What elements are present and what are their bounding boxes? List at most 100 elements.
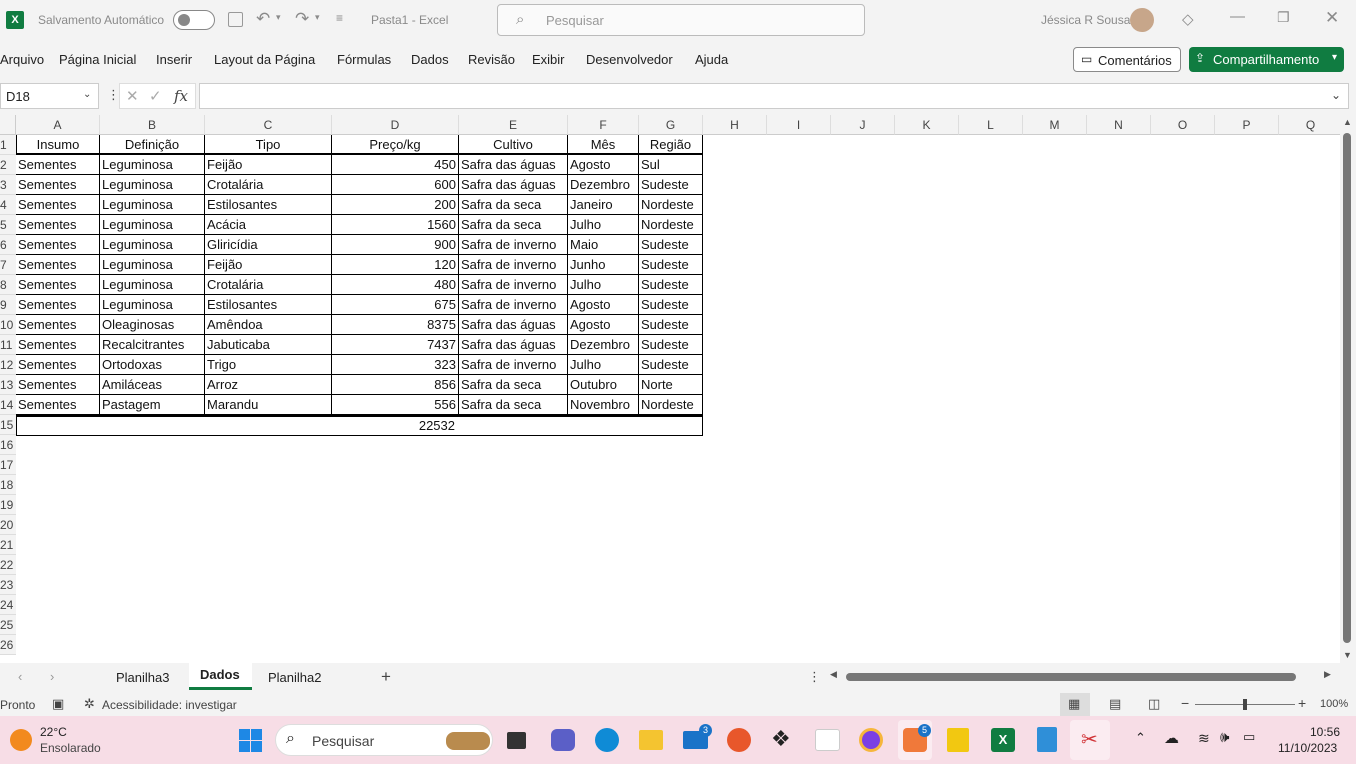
table-cell[interactable]: Leguminosa [100, 155, 205, 175]
table-cell[interactable]: Crotalária [205, 175, 332, 195]
table-cell[interactable]: Gliricídia [205, 235, 332, 255]
table-cell[interactable]: Trigo [205, 355, 332, 375]
table-cell[interactable]: Leguminosa [100, 175, 205, 195]
formula-input[interactable]: ⌄ [199, 83, 1349, 109]
column-header-i[interactable]: I [767, 115, 831, 135]
row-header-22[interactable]: 22 [0, 555, 16, 575]
table-cell[interactable]: Sementes [16, 275, 100, 295]
table-cell[interactable]: Agosto [568, 155, 639, 175]
table-header-cell[interactable]: Mês [568, 135, 639, 155]
task-view-icon[interactable] [507, 732, 526, 749]
table-cell[interactable]: 1560 [332, 215, 459, 235]
zoom-slider[interactable] [1195, 699, 1295, 710]
table-cell[interactable]: Julho [568, 275, 639, 295]
table-cell[interactable]: 600 [332, 175, 459, 195]
battery-icon[interactable]: ▭ [1243, 729, 1255, 745]
table-cell[interactable]: Dezembro [568, 175, 639, 195]
table-cell[interactable]: Pastagem [100, 395, 205, 415]
power-bi-icon[interactable] [947, 728, 969, 752]
scroll-up-icon[interactable]: ▲ [1343, 117, 1352, 127]
table-cell[interactable]: Norte [639, 375, 703, 395]
table-cell[interactable]: Janeiro [568, 195, 639, 215]
cancel-icon[interactable]: ✕ [126, 87, 139, 105]
undo-icon[interactable]: ↶ [256, 9, 270, 29]
normal-view-icon[interactable]: ▦ [1060, 693, 1090, 716]
table-header-cell[interactable]: Insumo [16, 135, 100, 155]
table-cell[interactable]: Sudeste [639, 315, 703, 335]
onedrive-icon[interactable]: ☁ [1164, 729, 1179, 747]
page-layout-view-icon[interactable]: ▤ [1109, 696, 1121, 712]
column-header-l[interactable]: L [959, 115, 1023, 135]
chat-app-icon[interactable] [551, 729, 575, 751]
table-cell[interactable]: Sementes [16, 395, 100, 415]
restore-icon[interactable]: ❐ [1277, 9, 1290, 26]
row-header-24[interactable]: 24 [0, 595, 16, 615]
row-header-19[interactable]: 19 [0, 495, 16, 515]
table-cell[interactable]: 7437 [332, 335, 459, 355]
comments-button[interactable]: ▭ Comentários [1073, 47, 1181, 72]
row-header-10[interactable]: 10 [0, 315, 16, 335]
enter-icon[interactable]: ✓ [149, 87, 162, 105]
row-header-9[interactable]: 9 [0, 295, 16, 315]
clock-date[interactable]: 11/10/2023 [1278, 741, 1337, 755]
table-cell[interactable]: 900 [332, 235, 459, 255]
table-cell[interactable]: Sementes [16, 235, 100, 255]
column-header-a[interactable]: A [16, 115, 100, 135]
table-cell[interactable]: Safra de inverno [459, 235, 568, 255]
name-box-dropdown-icon[interactable]: ⌄ [83, 89, 91, 100]
table-cell[interactable]: Feijão [205, 255, 332, 275]
tab-inserir[interactable]: Inserir [156, 52, 192, 67]
table-cell[interactable]: Safra de inverno [459, 295, 568, 315]
tab-exibir[interactable]: Exibir [532, 52, 565, 67]
horizontal-scrollbar[interactable]: ◀ ▶ [830, 669, 1335, 683]
excel-taskbar-icon[interactable]: X [991, 728, 1015, 752]
next-sheet-icon[interactable]: › [50, 669, 54, 684]
row-header-6[interactable]: 6 [0, 235, 16, 255]
save-icon[interactable] [228, 12, 243, 27]
table-cell[interactable]: Sementes [16, 215, 100, 235]
row-header-18[interactable]: 18 [0, 475, 16, 495]
table-cell[interactable]: Estilosantes [205, 195, 332, 215]
amazon-icon[interactable] [815, 729, 840, 751]
close-icon[interactable]: ✕ [1325, 8, 1339, 28]
dropbox-icon[interactable]: ❖ [771, 726, 791, 752]
table-cell[interactable]: Sudeste [639, 175, 703, 195]
tab-dados[interactable]: Dados [411, 52, 449, 67]
row-header-16[interactable]: 16 [0, 435, 16, 455]
table-cell[interactable]: Sudeste [639, 255, 703, 275]
column-header-f[interactable]: F [568, 115, 639, 135]
sheet-tab-planilha2[interactable]: Planilha2 [268, 670, 322, 685]
redo-icon[interactable]: ↷ [295, 9, 309, 29]
row-header-8[interactable]: 8 [0, 275, 16, 295]
horizontal-scroll-thumb[interactable] [846, 673, 1296, 681]
row-header-11[interactable]: 11 [0, 335, 16, 355]
column-header-e[interactable]: E [459, 115, 568, 135]
table-cell[interactable]: Safra das águas [459, 155, 568, 175]
table-cell[interactable]: Outubro [568, 375, 639, 395]
table-cell[interactable]: Crotalária [205, 275, 332, 295]
column-header-c[interactable]: C [205, 115, 332, 135]
file-explorer-icon[interactable] [639, 730, 663, 750]
tab-desenvolvedor[interactable]: Desenvolvedor [586, 52, 673, 67]
table-cell[interactable]: 8375 [332, 315, 459, 335]
table-cell[interactable]: Recalcitrantes [100, 335, 205, 355]
table-cell[interactable]: Marandu [205, 395, 332, 415]
row-header-23[interactable]: 23 [0, 575, 16, 595]
column-header-j[interactable]: J [831, 115, 895, 135]
table-cell[interactable]: 323 [332, 355, 459, 375]
table-cell[interactable]: Leguminosa [100, 215, 205, 235]
zoom-out-icon[interactable]: − [1181, 695, 1189, 711]
snipping-tool-icon[interactable]: ✂ [1070, 720, 1110, 760]
total-value[interactable]: 22532 [332, 416, 457, 436]
table-header-cell[interactable]: Definição [100, 135, 205, 155]
sheet-tab-planilha3[interactable]: Planilha3 [116, 670, 170, 685]
redo-dropdown-icon[interactable]: ▾ [315, 12, 320, 23]
diamond-icon[interactable]: ◇ [1182, 10, 1194, 28]
clock-time[interactable]: 10:56 [1310, 725, 1340, 739]
table-cell[interactable]: Leguminosa [100, 275, 205, 295]
row-header-20[interactable]: 20 [0, 515, 16, 535]
table-cell[interactable]: Julho [568, 355, 639, 375]
table-cell[interactable]: Amiláceas [100, 375, 205, 395]
tray-overflow-icon[interactable]: ⌃ [1135, 730, 1146, 746]
table-cell[interactable]: 675 [332, 295, 459, 315]
